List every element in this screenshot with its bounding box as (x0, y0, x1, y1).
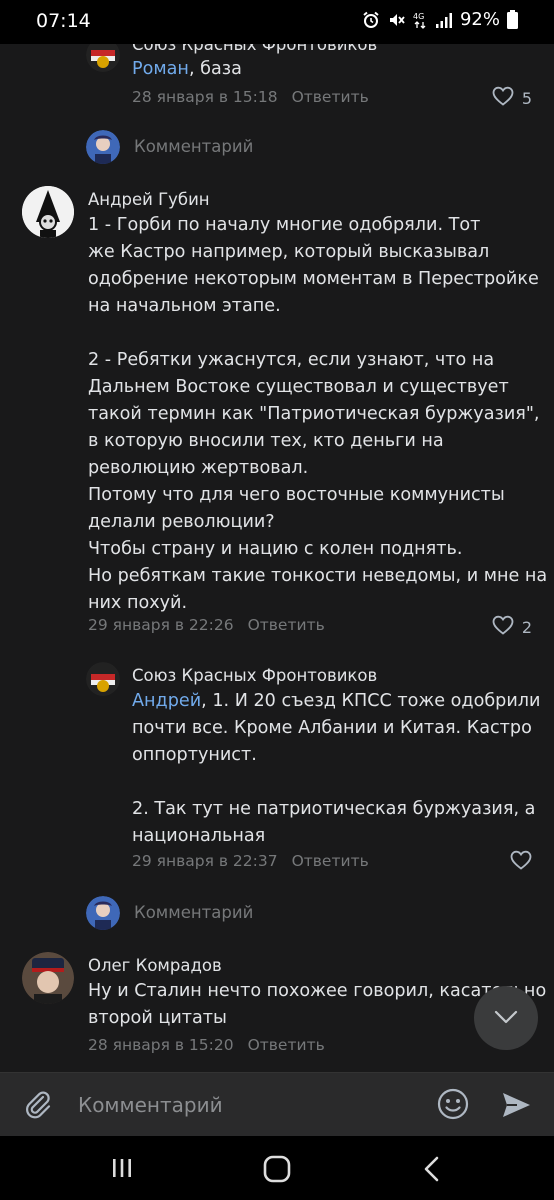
system-navigation-bar (0, 1136, 554, 1200)
battery-icon (507, 10, 518, 29)
avatar[interactable] (86, 662, 120, 696)
network-icon: 4G (412, 11, 428, 29)
reply-comment-prompt[interactable]: Комментарий (134, 137, 253, 156)
chevron-down-icon (494, 1009, 518, 1028)
comment-author[interactable]: Олег Комрадов (88, 956, 222, 975)
status-icons: 4G 92% (362, 9, 518, 30)
reply-button[interactable]: Ответить (248, 616, 325, 634)
avatar[interactable] (86, 44, 120, 72)
comment-text: Андрей, 1. И 20 съезд КПСС тоже одобрили… (132, 691, 541, 846)
reply-button[interactable]: Ответить (292, 88, 369, 106)
current-user-avatar (86, 896, 120, 930)
comment-date: 29 января в 22:26 (88, 616, 234, 634)
like-button[interactable] (510, 850, 532, 874)
home-icon[interactable] (263, 1155, 291, 1187)
like-button[interactable]: 5 (492, 86, 532, 110)
mention-link[interactable]: Роман (132, 59, 189, 79)
comment-date: 28 января в 15:20 (88, 1036, 234, 1054)
heart-icon (510, 850, 532, 874)
comment-author[interactable]: Союз Красных Фронтовиков (132, 44, 377, 54)
comment-composer: Комментарий (0, 1072, 554, 1136)
avatar[interactable] (22, 952, 74, 1004)
battery-percent: 92% (459, 9, 500, 30)
comment-date: 28 января в 15:18 (132, 88, 278, 106)
reply-button[interactable]: Ответить (292, 852, 369, 870)
comment-text: Роман, база (132, 59, 242, 79)
mention-link[interactable]: Андрей (132, 691, 201, 711)
like-button[interactable]: 2 (492, 615, 532, 639)
comment-meta: 28 января в 15:20 Ответить (88, 1036, 325, 1054)
status-time: 07:14 (36, 10, 91, 32)
comment-author[interactable]: Союз Красных Фронтовиков (132, 666, 377, 685)
reply-button[interactable]: Ответить (248, 1036, 325, 1054)
comment-meta: 28 января в 15:18 Ответить (132, 88, 369, 106)
signal-icon (435, 11, 453, 29)
emoji-icon[interactable] (436, 1087, 470, 1125)
svg-text:4G: 4G (413, 12, 424, 21)
scroll-down-button[interactable] (474, 986, 538, 1050)
recents-icon[interactable] (110, 1156, 134, 1184)
heart-icon (492, 615, 514, 639)
comments-feed[interactable]: Союз Красных Фронтовиков Роман, база 28 … (0, 44, 554, 1072)
mute-icon (387, 11, 405, 29)
comment-date: 29 января в 22:37 (132, 852, 278, 870)
like-count: 2 (521, 617, 532, 637)
paperclip-icon[interactable] (22, 1089, 54, 1125)
reply-comment-prompt[interactable]: Комментарий (134, 903, 253, 922)
back-icon[interactable] (420, 1155, 444, 1187)
alarm-icon (362, 11, 380, 29)
current-user-avatar (86, 130, 120, 164)
avatar[interactable] (22, 186, 74, 238)
send-icon[interactable] (500, 1089, 532, 1125)
comment-input[interactable]: Комментарий (78, 1093, 223, 1117)
heart-icon (492, 86, 514, 110)
comment-meta: 29 января в 22:37 Ответить (132, 852, 369, 870)
status-bar: 07:14 4G 92% (0, 0, 554, 44)
comment-author[interactable]: Андрей Губин (88, 190, 210, 209)
comment-meta: 29 января в 22:26 Ответить (88, 616, 325, 634)
like-count: 5 (521, 88, 532, 108)
comment-text: 1 - Горби по началу многие одобряли. Тот… (88, 215, 548, 613)
